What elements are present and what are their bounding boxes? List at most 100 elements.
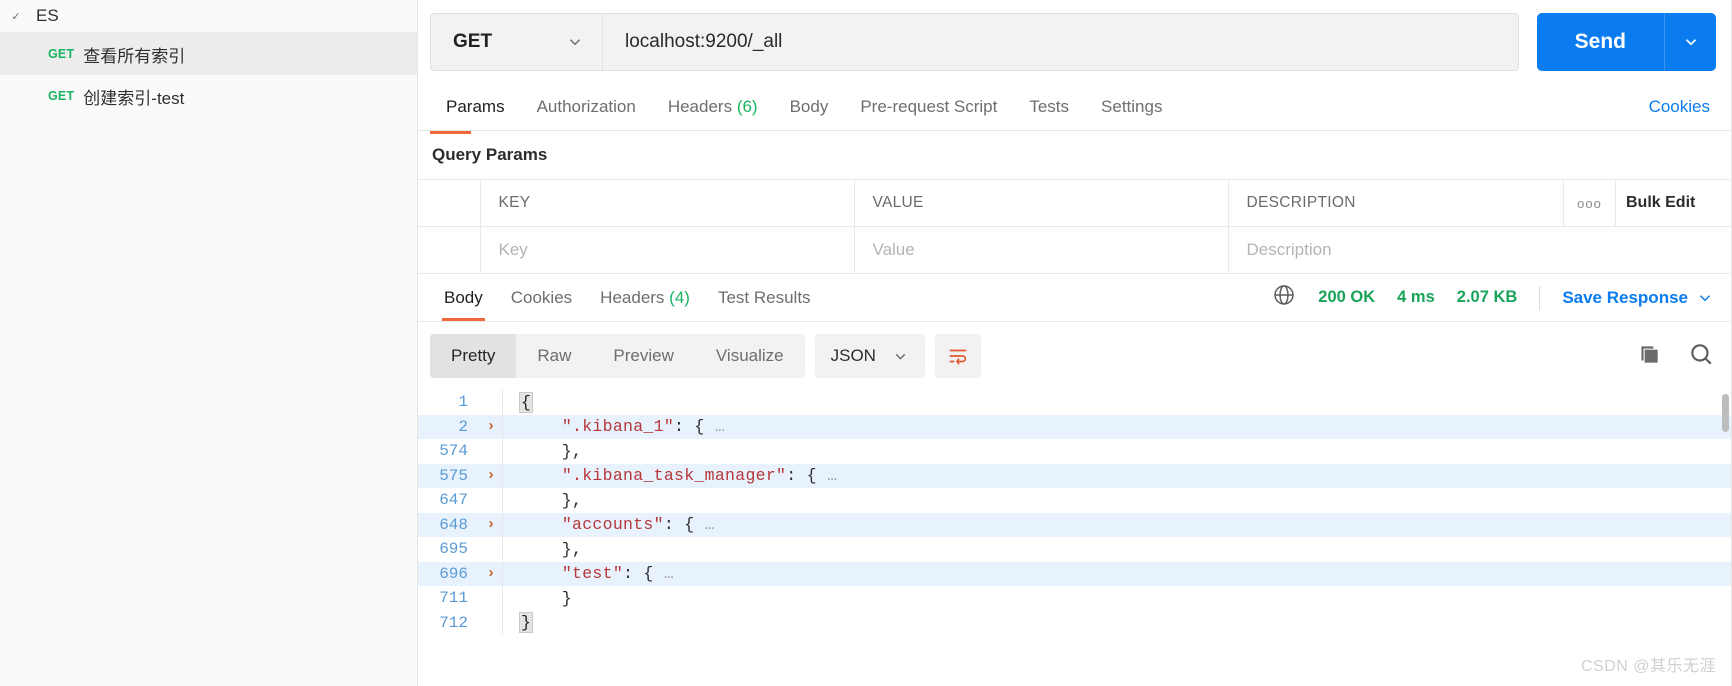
more-options-icon: ooo — [1577, 195, 1602, 211]
request-tabs: Params Authorization Headers (6) Body Pr… — [418, 84, 1732, 131]
viewer-actions — [1636, 341, 1714, 372]
view-mode-pretty[interactable]: Pretty — [430, 334, 517, 378]
tab-label: Cookies — [510, 287, 573, 307]
value-placeholder: Value — [872, 240, 915, 259]
response-tab-headers[interactable]: Headers (4) — [586, 275, 704, 321]
collection-row-es[interactable]: ✓ ES — [0, 0, 417, 33]
header-checkbox-cell — [418, 179, 481, 227]
url-input[interactable]: localhost:9200/_all — [602, 13, 1519, 71]
code-line: 712.} — [418, 610, 1732, 635]
code-line: 574. }, — [418, 439, 1732, 464]
response-size: 2.07 KB — [1456, 288, 1518, 306]
code-text: "accounts": { … — [561, 515, 715, 535]
tab-settings[interactable]: Settings — [1085, 84, 1178, 130]
watermark: CSDN @其乐无涯 — [1580, 658, 1716, 675]
format-selector[interactable]: JSON — [814, 334, 925, 378]
tab-params[interactable]: Params — [430, 84, 521, 130]
save-response-button[interactable]: Save Response — [1562, 288, 1688, 308]
chevron-down-icon[interactable] — [1696, 289, 1714, 307]
tab-count: (6) — [736, 97, 758, 116]
tab-body[interactable]: Body — [774, 84, 845, 130]
method-selector[interactable]: GET — [430, 13, 602, 71]
description-input[interactable]: Description — [1228, 226, 1732, 274]
send-button-group: Send — [1536, 13, 1716, 71]
key-placeholder: Key — [498, 240, 528, 259]
key-input[interactable]: Key — [480, 226, 855, 274]
line-number: 1 — [458, 393, 468, 412]
response-time: 4 ms — [1397, 288, 1435, 306]
send-options-button[interactable] — [1664, 13, 1716, 71]
table-header-row: KEY VALUE DESCRIPTION ooo Bulk Edit — [418, 179, 1732, 227]
response-tabs: Body Cookies Headers (4) Test Results 20… — [418, 274, 1732, 322]
fold-spacer: . — [480, 590, 502, 607]
copy-button[interactable] — [1636, 341, 1662, 372]
line-number: 648 — [439, 515, 468, 534]
format-value: JSON — [830, 346, 876, 365]
line-number: 575 — [439, 466, 468, 485]
tab-tests[interactable]: Tests — [1013, 84, 1085, 130]
tab-label: Params — [446, 97, 505, 116]
cookies-link[interactable]: Cookies — [1649, 97, 1714, 117]
fold-toggle-icon[interactable]: › — [480, 467, 502, 484]
view-mode-raw[interactable]: Raw — [516, 334, 592, 378]
method-value: GET — [453, 31, 493, 52]
code-line: 711. } — [418, 586, 1732, 611]
search-icon — [1691, 343, 1712, 365]
copy-icon — [1641, 345, 1658, 363]
response-body-viewer[interactable]: 1. {2› ".kibana_1": { …574. }, 575 › ".kiba… — [418, 390, 1732, 686]
chevron-down-icon[interactable]: ✓ — [6, 10, 26, 23]
view-mode-preview[interactable]: Preview — [592, 334, 694, 378]
sidebar-request-item-1[interactable]: GET 创建索引-test — [0, 75, 417, 117]
wrap-lines-button[interactable] — [934, 334, 981, 378]
request-method-badge: GET — [48, 89, 75, 103]
response-tab-cookies[interactable]: Cookies — [497, 275, 586, 321]
header-description-label: DESCRIPTION — [1246, 194, 1356, 211]
response-tab-test-results[interactable]: Test Results — [704, 275, 825, 321]
code-line: 2 › ".kibana_1": { … — [418, 414, 1732, 439]
tab-label: Body — [789, 97, 829, 116]
tab-label: Headers — [667, 97, 733, 116]
query-params-table: KEY VALUE DESCRIPTION ooo Bulk Edit Key … — [418, 179, 1732, 274]
code-text: ".kibana_1": { … — [561, 417, 726, 437]
tab-pre-request-script[interactable]: Pre-request Script — [844, 84, 1013, 130]
search-button[interactable] — [1688, 341, 1714, 372]
url-bar: GET localhost:9200/_all Send — [418, 0, 1732, 84]
header-value: VALUE — [854, 179, 1229, 227]
bulk-edit-button[interactable]: Bulk Edit — [1615, 179, 1732, 227]
fold-toggle-icon[interactable]: › — [480, 516, 502, 533]
code-text: } — [519, 612, 534, 634]
table-row: Key Value Description — [418, 226, 1732, 274]
vertical-scrollbar[interactable] — [1722, 394, 1729, 432]
code-line: 575 › ".kibana_task_manager": { … — [418, 463, 1732, 488]
table-options-button[interactable]: ooo — [1563, 179, 1616, 227]
globe-icon[interactable] — [1272, 283, 1296, 312]
request-name-label: 创建索引-test — [83, 88, 185, 108]
value-input[interactable]: Value — [854, 226, 1229, 274]
url-value: localhost:9200/_all — [625, 31, 783, 52]
code-text: { — [519, 391, 534, 413]
line-number: 696 — [439, 564, 468, 583]
row-checkbox-cell[interactable] — [418, 226, 481, 274]
send-button[interactable]: Send — [1536, 13, 1664, 71]
wrap-lines-icon — [949, 349, 967, 365]
line-number: 711 — [439, 589, 468, 608]
sidebar-request-item-0[interactable]: GET 查看所有索引 — [0, 33, 417, 75]
fold-toggle-icon[interactable]: › — [480, 418, 502, 435]
postman-window: ✓ ES GET 查看所有索引 GET 创建索引-test GET localh… — [0, 0, 1732, 686]
view-mode-visualize[interactable]: Visualize — [695, 334, 805, 378]
fold-spacer: . — [480, 394, 502, 411]
tab-label: Headers — [600, 287, 665, 307]
tab-label: Test Results — [717, 287, 811, 307]
fold-toggle-icon[interactable]: › — [480, 565, 502, 582]
tab-headers[interactable]: Headers (6) — [652, 84, 774, 130]
code-line: 647. }, — [418, 488, 1732, 513]
code-text: }, — [521, 539, 583, 559]
response-tab-body[interactable]: Body — [430, 275, 497, 321]
status-code: 200 OK — [1318, 288, 1376, 306]
code-text: } — [521, 588, 573, 608]
tab-count: (4) — [669, 287, 690, 307]
code-line: 648 › "accounts": { … — [418, 512, 1732, 537]
tab-label: Tests — [1029, 97, 1070, 116]
tab-authorization[interactable]: Authorization — [521, 84, 652, 130]
code-text: "test": { … — [561, 564, 675, 584]
